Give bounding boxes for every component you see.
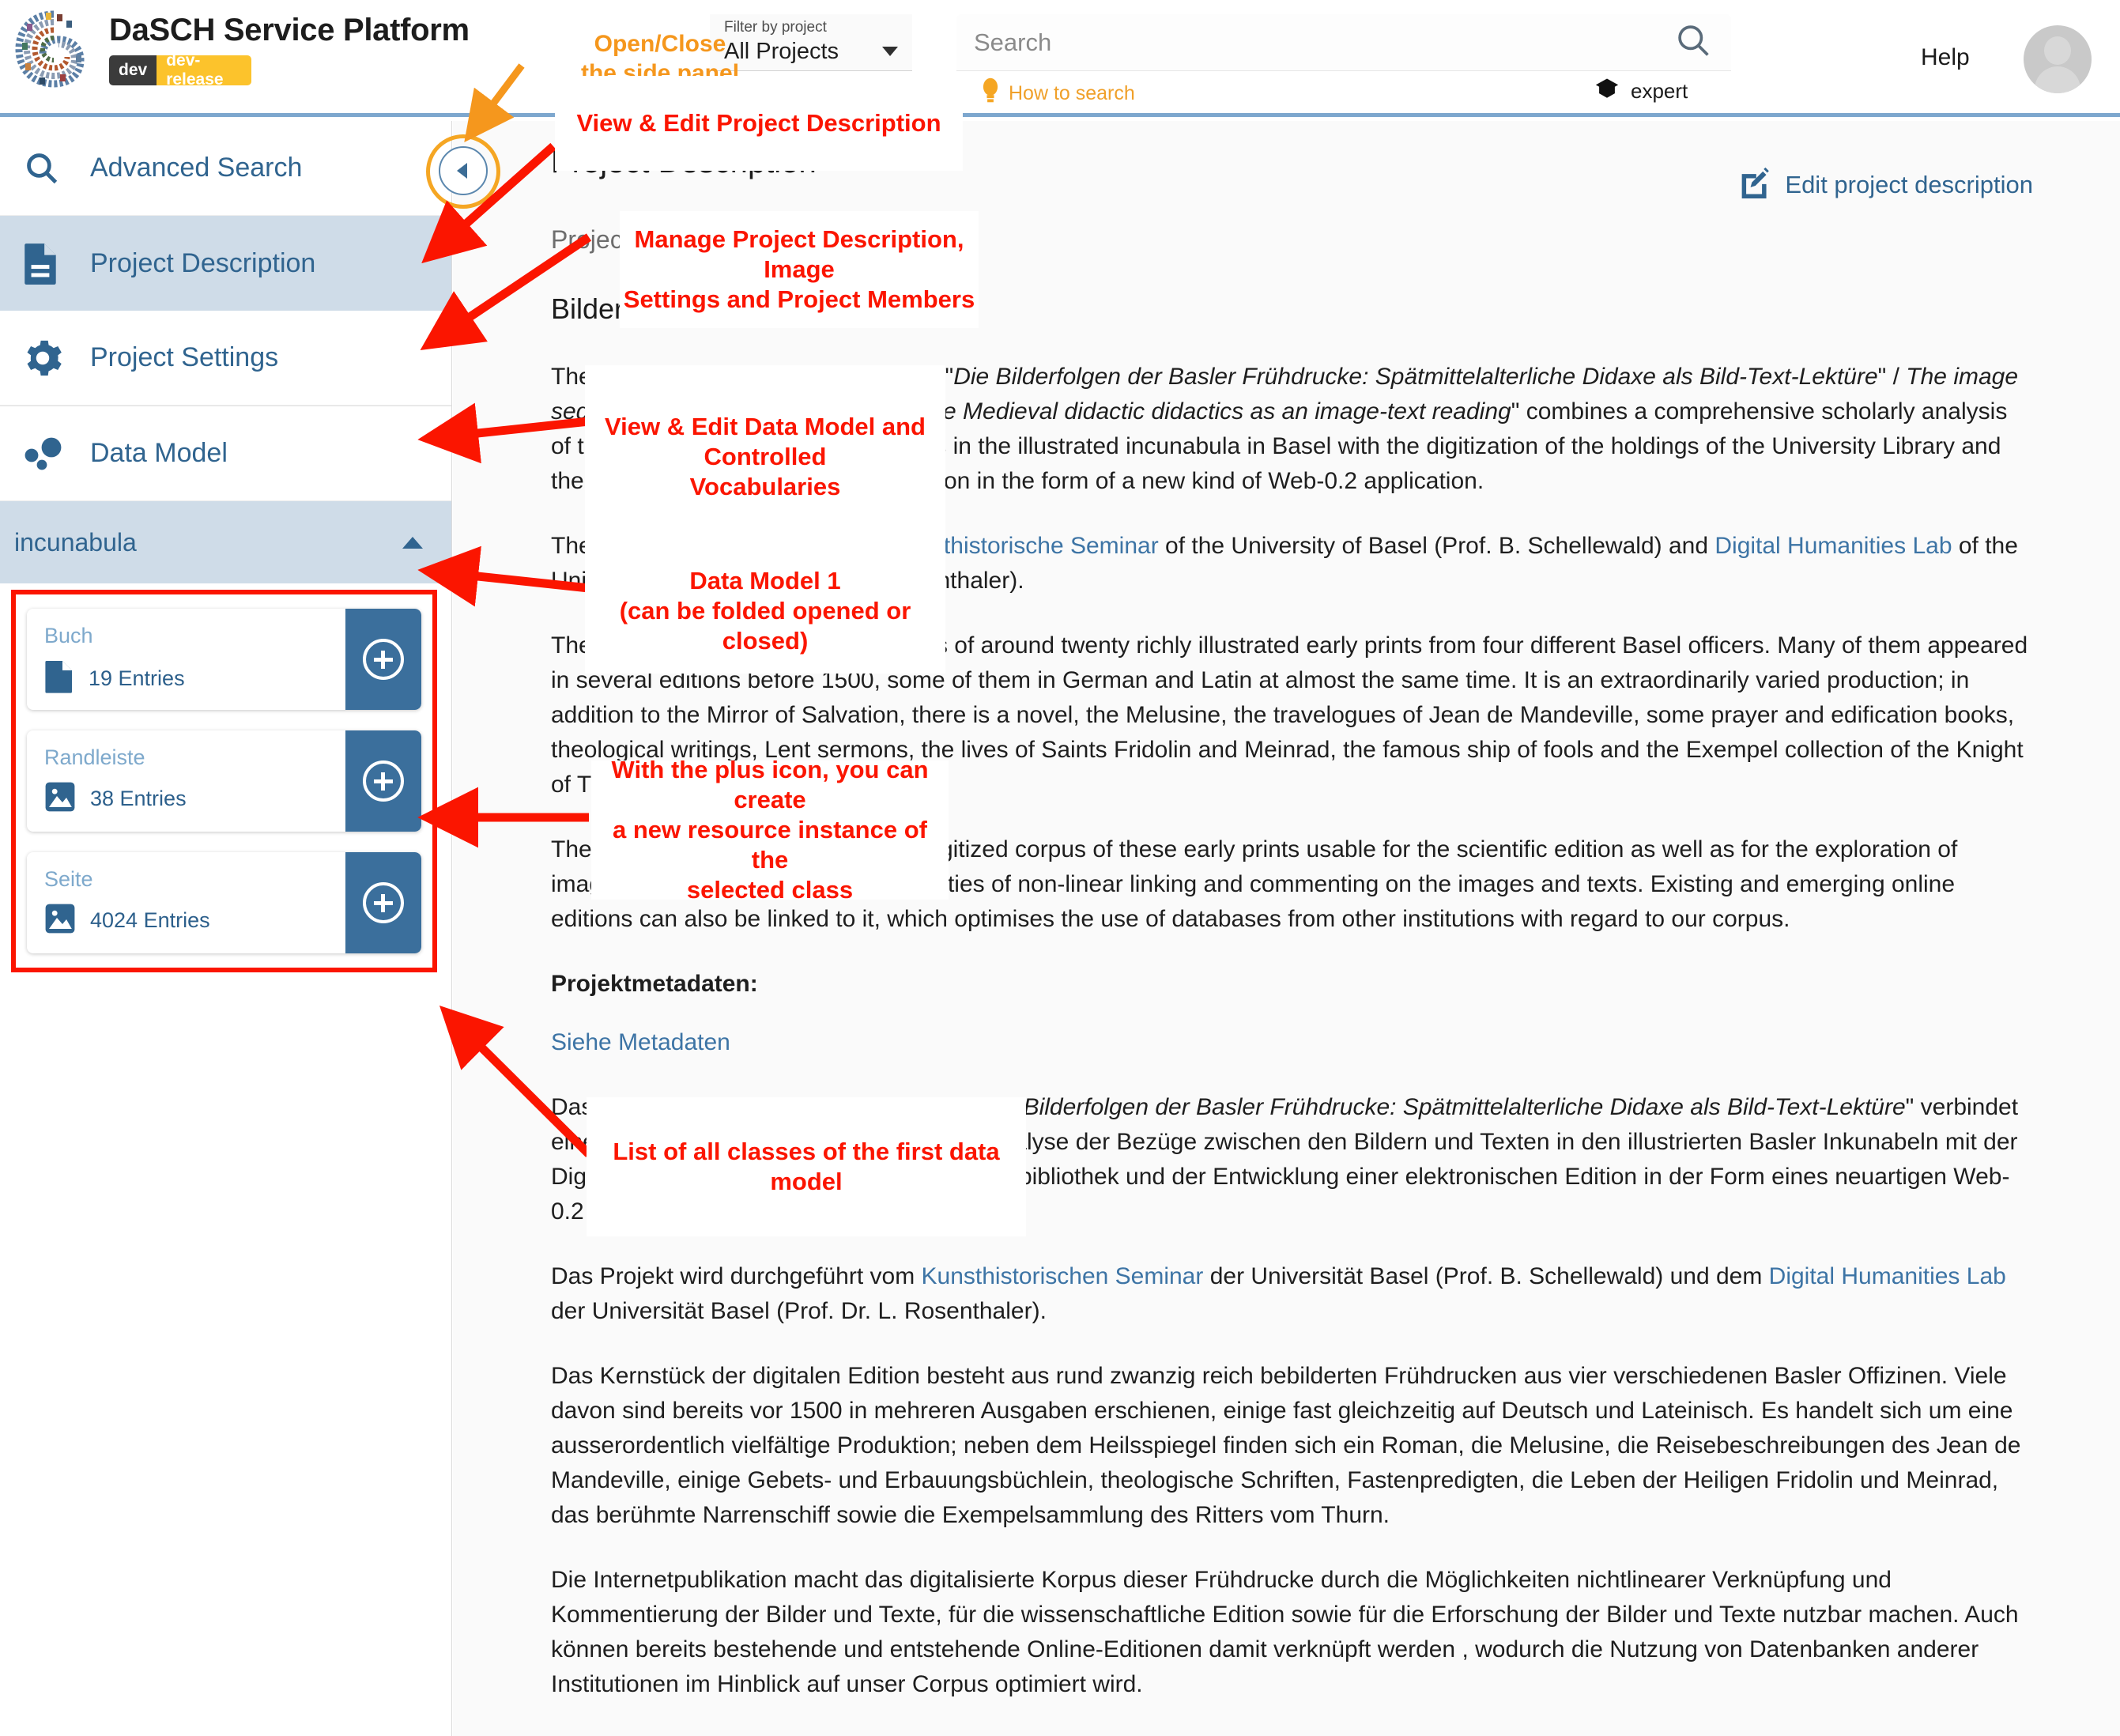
annotation-view-edit-description: View & Edit Project Description <box>555 76 963 171</box>
annotation-class-list: List of all classes of the first data mo… <box>587 1097 1026 1236</box>
annotation-manage-description: Manage Project Description, Image Settin… <box>620 211 979 328</box>
annotation-data-model-1: Data Model 1 (can be folded opened or cl… <box>585 549 945 674</box>
annotation-plus-icon-create: With the plus icon, you can create a new… <box>591 756 949 904</box>
annotation-view-edit-data-model: View & Edit Data Model and Controlled Vo… <box>585 365 945 549</box>
annotation-arrows <box>417 63 592 1157</box>
